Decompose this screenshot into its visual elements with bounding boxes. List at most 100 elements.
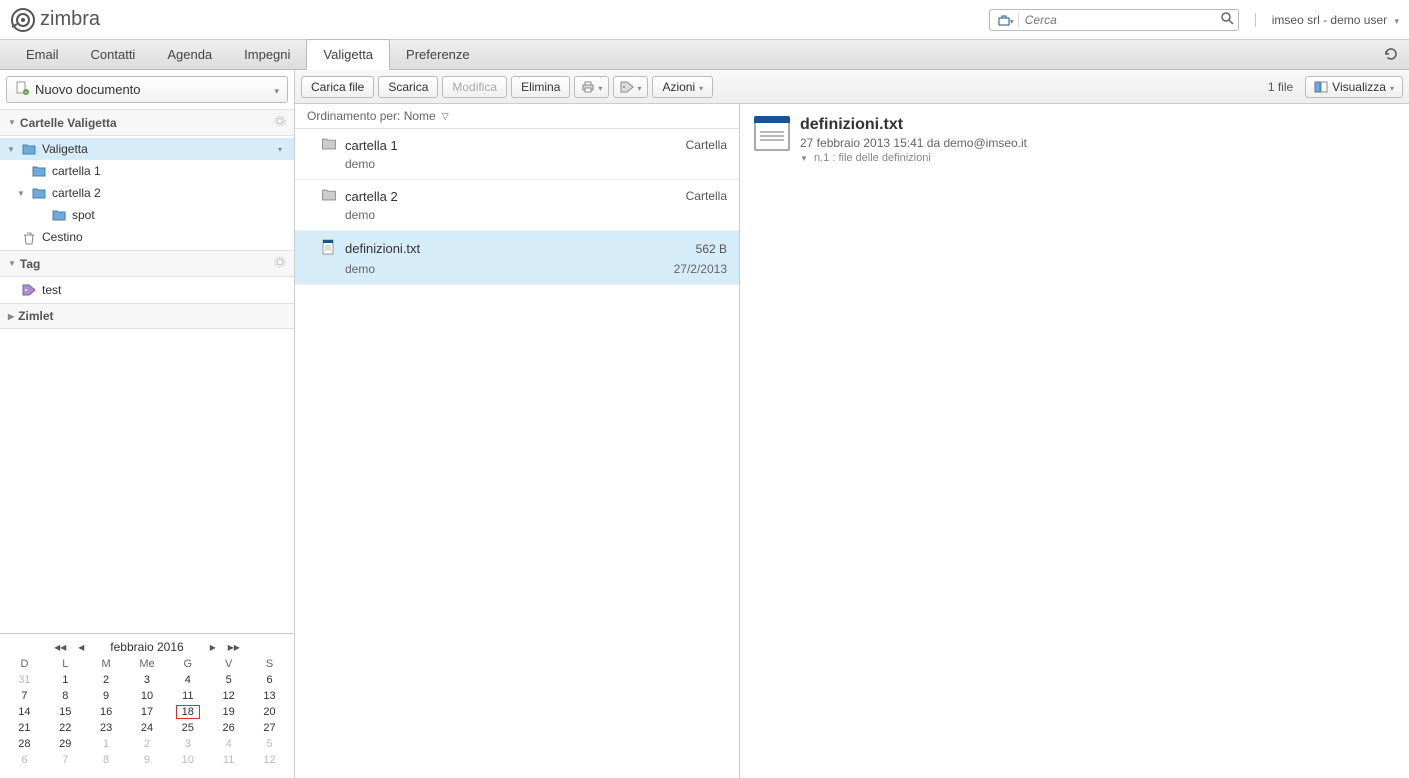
section-folders[interactable]: ▼ Cartelle Valigetta <box>0 109 294 136</box>
sort-label: Ordinamento per: Nome <box>307 109 436 123</box>
new-document-button[interactable]: + Nuovo documento <box>6 76 288 103</box>
tree-item-valigetta[interactable]: ▼ Valigetta <box>0 138 294 160</box>
cal-day[interactable]: 10 <box>127 688 168 704</box>
search-scope-selector[interactable] <box>994 13 1019 27</box>
collapse-icon: ▼ <box>6 145 16 154</box>
cal-day[interactable]: 11 <box>208 752 249 768</box>
gear-icon[interactable] <box>274 256 286 271</box>
cal-day[interactable]: 1 <box>86 736 127 752</box>
cal-day[interactable]: 9 <box>86 688 127 704</box>
cal-day[interactable]: 31 <box>4 672 45 688</box>
section-tags-label: Tag <box>20 257 40 271</box>
cal-day[interactable]: 18 <box>167 704 208 720</box>
cal-day[interactable]: 13 <box>249 688 290 704</box>
cal-day[interactable]: 17 <box>127 704 168 720</box>
file-name: cartella 2 <box>345 189 686 204</box>
chevron-down-icon <box>274 82 279 97</box>
cal-day[interactable]: 20 <box>249 704 290 720</box>
cal-day[interactable]: 3 <box>127 672 168 688</box>
printer-icon <box>581 81 595 93</box>
tree-item-cartella1[interactable]: cartella 1 <box>0 160 294 182</box>
cal-day[interactable]: 16 <box>86 704 127 720</box>
cal-day[interactable]: 29 <box>45 736 86 752</box>
cal-day[interactable]: 5 <box>249 736 290 752</box>
cal-day[interactable]: 12 <box>208 688 249 704</box>
tree-item-cestino[interactable]: Cestino <box>0 226 294 248</box>
tree-item-spot[interactable]: spot <box>0 204 294 226</box>
chevron-down-icon <box>1390 80 1394 94</box>
tree-item-label: spot <box>72 208 95 222</box>
cal-day[interactable]: 6 <box>4 752 45 768</box>
cal-day[interactable]: 10 <box>167 752 208 768</box>
sort-header[interactable]: Ordinamento per: Nome ▽ <box>295 104 739 129</box>
actions-button[interactable]: Azioni <box>652 76 713 98</box>
print-button[interactable] <box>574 76 609 98</box>
cal-day[interactable]: 6 <box>249 672 290 688</box>
tab-impegni[interactable]: Impegni <box>228 40 306 69</box>
cal-day[interactable]: 1 <box>45 672 86 688</box>
tab-contatti[interactable]: Contatti <box>75 40 152 69</box>
cal-day[interactable]: 14 <box>4 704 45 720</box>
gear-icon[interactable] <box>274 115 286 130</box>
cal-day[interactable]: 7 <box>45 752 86 768</box>
user-menu[interactable]: imseo srl - demo user <box>1255 13 1399 27</box>
tab-email[interactable]: Email <box>10 40 75 69</box>
cal-prev-year[interactable]: ◂◂ <box>48 640 72 654</box>
preview-note[interactable]: ▼ n.1 : file delle definizioni <box>800 152 1027 164</box>
cal-day[interactable]: 11 <box>167 688 208 704</box>
sort-arrow-icon: ▽ <box>442 111 449 122</box>
cal-day[interactable]: 8 <box>86 752 127 768</box>
cal-day[interactable]: 2 <box>127 736 168 752</box>
file-item[interactable]: cartella 2Cartellademo <box>295 180 739 231</box>
cal-next-year[interactable]: ▸▸ <box>222 640 246 654</box>
tab-preferenze[interactable]: Preferenze <box>390 40 486 69</box>
search-icon[interactable] <box>1220 11 1234 28</box>
cal-day[interactable]: 7 <box>4 688 45 704</box>
actions-label: Azioni <box>662 80 695 94</box>
cal-day[interactable]: 21 <box>4 720 45 736</box>
cal-prev-month[interactable]: ◂ <box>72 640 90 654</box>
upload-button[interactable]: Carica file <box>301 76 374 98</box>
cal-day[interactable]: 8 <box>45 688 86 704</box>
cal-day[interactable]: 3 <box>167 736 208 752</box>
section-zimlet[interactable]: ▶ Zimlet <box>0 303 294 329</box>
cal-day[interactable]: 27 <box>249 720 290 736</box>
cal-day[interactable]: 26 <box>208 720 249 736</box>
search-box[interactable] <box>989 9 1239 31</box>
file-item[interactable]: cartella 1Cartellademo <box>295 129 739 180</box>
cal-day[interactable]: 12 <box>249 752 290 768</box>
cal-day[interactable]: 23 <box>86 720 127 736</box>
refresh-button[interactable] <box>1383 46 1399 65</box>
folder-icon <box>321 137 337 153</box>
cal-day[interactable]: 19 <box>208 704 249 720</box>
cal-day[interactable]: 28 <box>4 736 45 752</box>
cal-day[interactable]: 4 <box>167 672 208 688</box>
cal-day[interactable]: 5 <box>208 672 249 688</box>
folder-icon <box>32 187 46 199</box>
tab-agenda[interactable]: Agenda <box>151 40 228 69</box>
cal-next-month[interactable]: ▸ <box>204 640 222 654</box>
cal-day[interactable]: 9 <box>127 752 168 768</box>
cal-day[interactable]: 4 <box>208 736 249 752</box>
tree-item-cartella2[interactable]: ▼ cartella 2 <box>0 182 294 204</box>
section-tags[interactable]: ▼ Tag <box>0 250 294 277</box>
logo: zimbra <box>10 7 100 33</box>
briefcase-icon <box>998 14 1010 26</box>
cal-day[interactable]: 22 <box>45 720 86 736</box>
chevron-down-icon[interactable] <box>278 145 282 154</box>
tag-button[interactable] <box>613 76 648 98</box>
folder-tree: ▼ Valigetta cartella 1 ▼ cartella 2 <box>0 136 294 250</box>
cal-day[interactable]: 2 <box>86 672 127 688</box>
cal-day[interactable]: 15 <box>45 704 86 720</box>
collapse-icon: ▼ <box>8 259 16 268</box>
file-item[interactable]: definizioni.txt562 Bdemo27/2/2013 <box>295 231 739 285</box>
download-button[interactable]: Scarica <box>378 76 438 98</box>
tag-item-test[interactable]: test <box>0 279 294 301</box>
delete-button[interactable]: Elimina <box>511 76 570 98</box>
tab-valigetta[interactable]: Valigetta <box>306 39 390 70</box>
cal-day[interactable]: 24 <box>127 720 168 736</box>
search-input[interactable] <box>1019 13 1220 27</box>
tabbar: Email Contatti Agenda Impegni Valigetta … <box>0 40 1409 70</box>
view-button[interactable]: Visualizza <box>1305 76 1403 98</box>
cal-day[interactable]: 25 <box>167 720 208 736</box>
